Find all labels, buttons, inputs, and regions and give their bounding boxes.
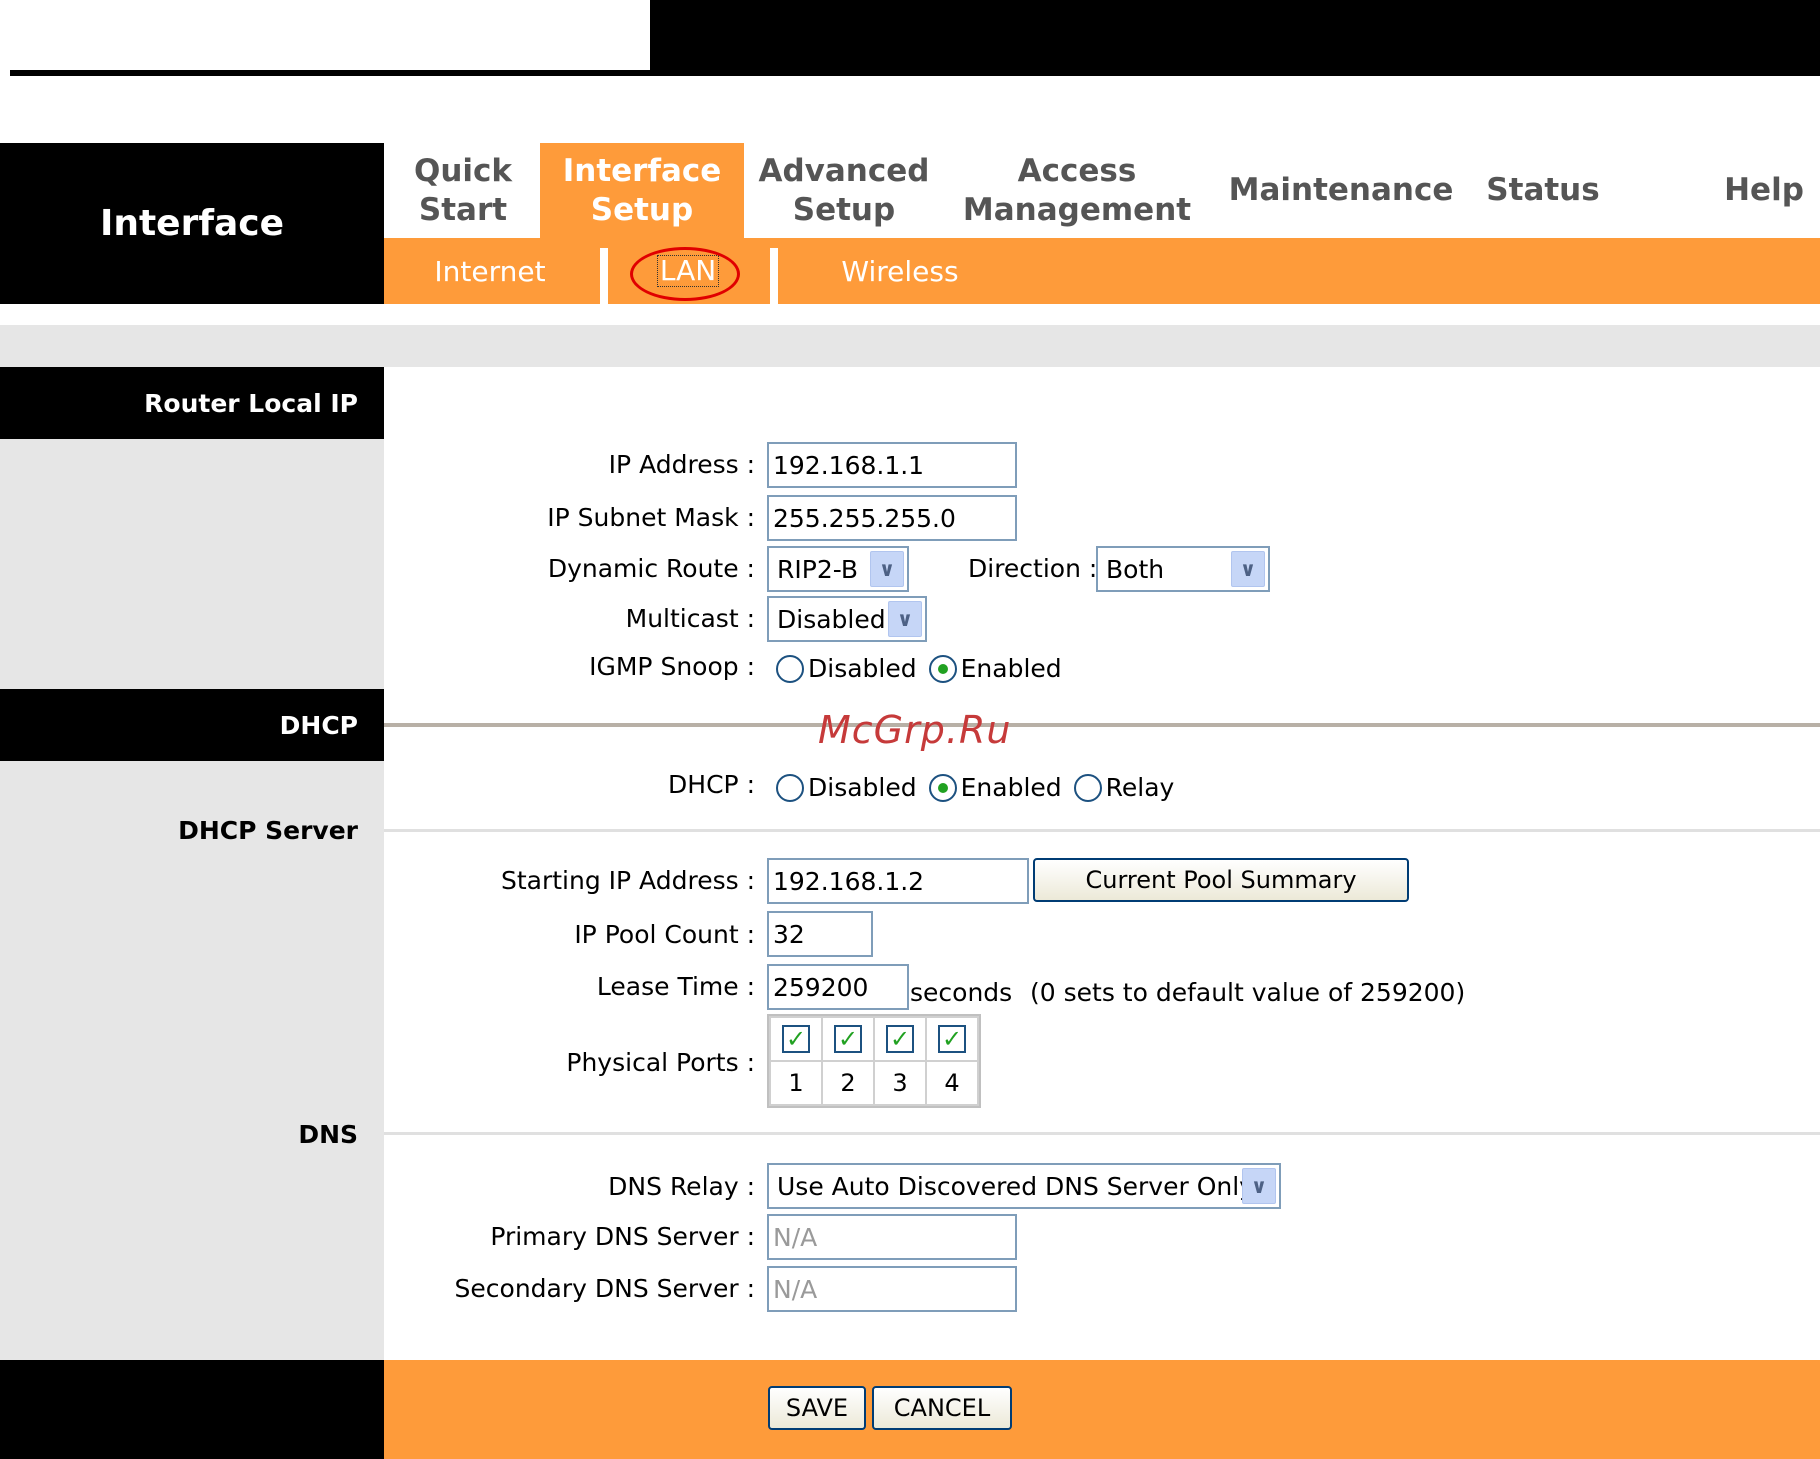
dynamic-route-label: Dynamic Route : bbox=[547, 554, 755, 583]
dhcp-relay-label: Relay bbox=[1105, 773, 1175, 802]
tab-quick-start[interactable]: Quick Start bbox=[398, 143, 528, 238]
footer-bar bbox=[384, 1360, 1820, 1459]
chevron-down-icon: ∨ bbox=[1242, 1168, 1276, 1204]
secondary-dns-input[interactable]: N/A bbox=[767, 1266, 1017, 1312]
lease-time-input[interactable]: 259200 bbox=[767, 964, 909, 1010]
primary-dns-label: Primary DNS Server : bbox=[490, 1222, 755, 1251]
left-column bbox=[0, 367, 384, 1360]
physical-ports-label: Physical Ports : bbox=[566, 1048, 755, 1077]
tab-help[interactable]: Help bbox=[1714, 143, 1814, 238]
port-3-checkbox[interactable]: ✓ bbox=[886, 1025, 914, 1053]
lease-time-label: Lease Time : bbox=[596, 972, 755, 1001]
dhcp-divider bbox=[384, 723, 1820, 727]
starting-ip-label: Starting IP Address : bbox=[500, 866, 755, 895]
multicast-label: Multicast : bbox=[625, 604, 755, 633]
tab-access-management[interactable]: Access Management bbox=[962, 143, 1192, 238]
header-banner bbox=[650, 0, 1820, 76]
primary-dns-input[interactable]: N/A bbox=[767, 1214, 1017, 1260]
igmp-disabled-label: Disabled bbox=[808, 654, 917, 683]
subtab-separator bbox=[600, 248, 608, 304]
port-1-checkbox[interactable]: ✓ bbox=[782, 1025, 810, 1053]
section-dhcp: DHCP bbox=[0, 689, 384, 761]
tab-maintenance[interactable]: Maintenance bbox=[1226, 143, 1456, 238]
dynamic-route-value: RIP2-B bbox=[777, 555, 859, 584]
dhcp-label: DHCP : bbox=[668, 770, 755, 799]
lease-time-note: (0 sets to default value of 259200) bbox=[1030, 978, 1466, 1007]
highlight-circle bbox=[630, 247, 740, 301]
lease-time-unit: seconds bbox=[910, 978, 1013, 1007]
subnet-mask-label: IP Subnet Mask : bbox=[547, 503, 755, 532]
dhcp-enabled-label: Enabled bbox=[960, 773, 1062, 802]
dhcp-server-divider bbox=[384, 829, 1820, 832]
dns-relay-select[interactable]: Use Auto Discovered DNS Server Only ∨ bbox=[767, 1163, 1281, 1209]
secondary-dns-label: Secondary DNS Server : bbox=[454, 1274, 755, 1303]
igmp-enabled-radio[interactable] bbox=[928, 654, 957, 683]
watermark-text: McGrp.Ru bbox=[818, 708, 1012, 752]
tab-advanced-setup[interactable]: Advanced Setup bbox=[756, 143, 932, 238]
chevron-down-icon: ∨ bbox=[1231, 551, 1265, 587]
section-dhcp-server: DHCP Server bbox=[178, 816, 358, 845]
igmp-disabled-radio[interactable] bbox=[776, 654, 804, 683]
port-4-checkbox[interactable]: ✓ bbox=[938, 1025, 966, 1053]
direction-select[interactable]: Both ∨ bbox=[1096, 546, 1270, 592]
chevron-down-icon: ∨ bbox=[888, 601, 922, 637]
dns-relay-value: Use Auto Discovered DNS Server Only bbox=[777, 1172, 1254, 1201]
cancel-button[interactable]: CANCEL bbox=[872, 1386, 1012, 1430]
igmp-snoop-label: IGMP Snoop : bbox=[589, 652, 755, 681]
header-rule bbox=[10, 70, 650, 76]
pool-count-label: IP Pool Count : bbox=[574, 920, 755, 949]
direction-value: Both bbox=[1106, 555, 1165, 584]
dynamic-route-select[interactable]: RIP2-B ∨ bbox=[767, 546, 909, 592]
pool-count-input[interactable]: 32 bbox=[767, 911, 873, 957]
multicast-select[interactable]: Disabled ∨ bbox=[767, 596, 927, 642]
dns-divider bbox=[384, 1132, 1820, 1135]
subnet-mask-input[interactable]: 255.255.255.0 bbox=[767, 495, 1017, 541]
port-3-label: 3 bbox=[873, 1060, 927, 1106]
port-1-label: 1 bbox=[769, 1060, 823, 1106]
section-dns: DNS bbox=[298, 1120, 358, 1149]
subtab-internet[interactable]: Internet bbox=[414, 238, 566, 304]
physical-ports-table: ✓ ✓ ✓ ✓ 1 2 3 4 bbox=[767, 1014, 981, 1108]
dhcp-disabled-radio[interactable] bbox=[776, 773, 804, 802]
dhcp-disabled-label: Disabled bbox=[808, 773, 917, 802]
save-button[interactable]: SAVE bbox=[768, 1386, 866, 1430]
igmp-enabled-label: Enabled bbox=[960, 654, 1062, 683]
subtab-wireless[interactable]: Wireless bbox=[820, 238, 980, 304]
ip-address-input[interactable]: 192.168.1.1 bbox=[767, 442, 1017, 488]
current-pool-summary-button[interactable]: Current Pool Summary bbox=[1033, 858, 1409, 902]
chevron-down-icon: ∨ bbox=[870, 551, 904, 587]
footer-left bbox=[0, 1360, 384, 1459]
content-top-band bbox=[0, 325, 1820, 367]
direction-label: Direction : bbox=[968, 554, 1098, 583]
brand-title: Interface bbox=[0, 143, 384, 304]
ip-address-label: IP Address : bbox=[608, 450, 755, 479]
dhcp-radios: Disabled Enabled Relay bbox=[776, 773, 1186, 802]
igmp-snoop-radios: Disabled Enabled bbox=[776, 654, 1074, 683]
dhcp-relay-radio[interactable] bbox=[1073, 773, 1102, 802]
dhcp-enabled-radio[interactable] bbox=[928, 773, 957, 802]
port-4-label: 4 bbox=[925, 1060, 979, 1106]
port-2-label: 2 bbox=[821, 1060, 875, 1106]
multicast-value: Disabled bbox=[777, 605, 886, 634]
tab-status[interactable]: Status bbox=[1478, 143, 1608, 238]
dns-relay-label: DNS Relay : bbox=[608, 1172, 755, 1201]
section-router-local-ip: Router Local IP bbox=[0, 367, 384, 439]
port-2-checkbox[interactable]: ✓ bbox=[834, 1025, 862, 1053]
subtab-separator bbox=[770, 248, 778, 304]
starting-ip-input[interactable]: 192.168.1.2 bbox=[767, 858, 1029, 904]
tab-interface-setup[interactable]: Interface Setup bbox=[540, 143, 744, 238]
